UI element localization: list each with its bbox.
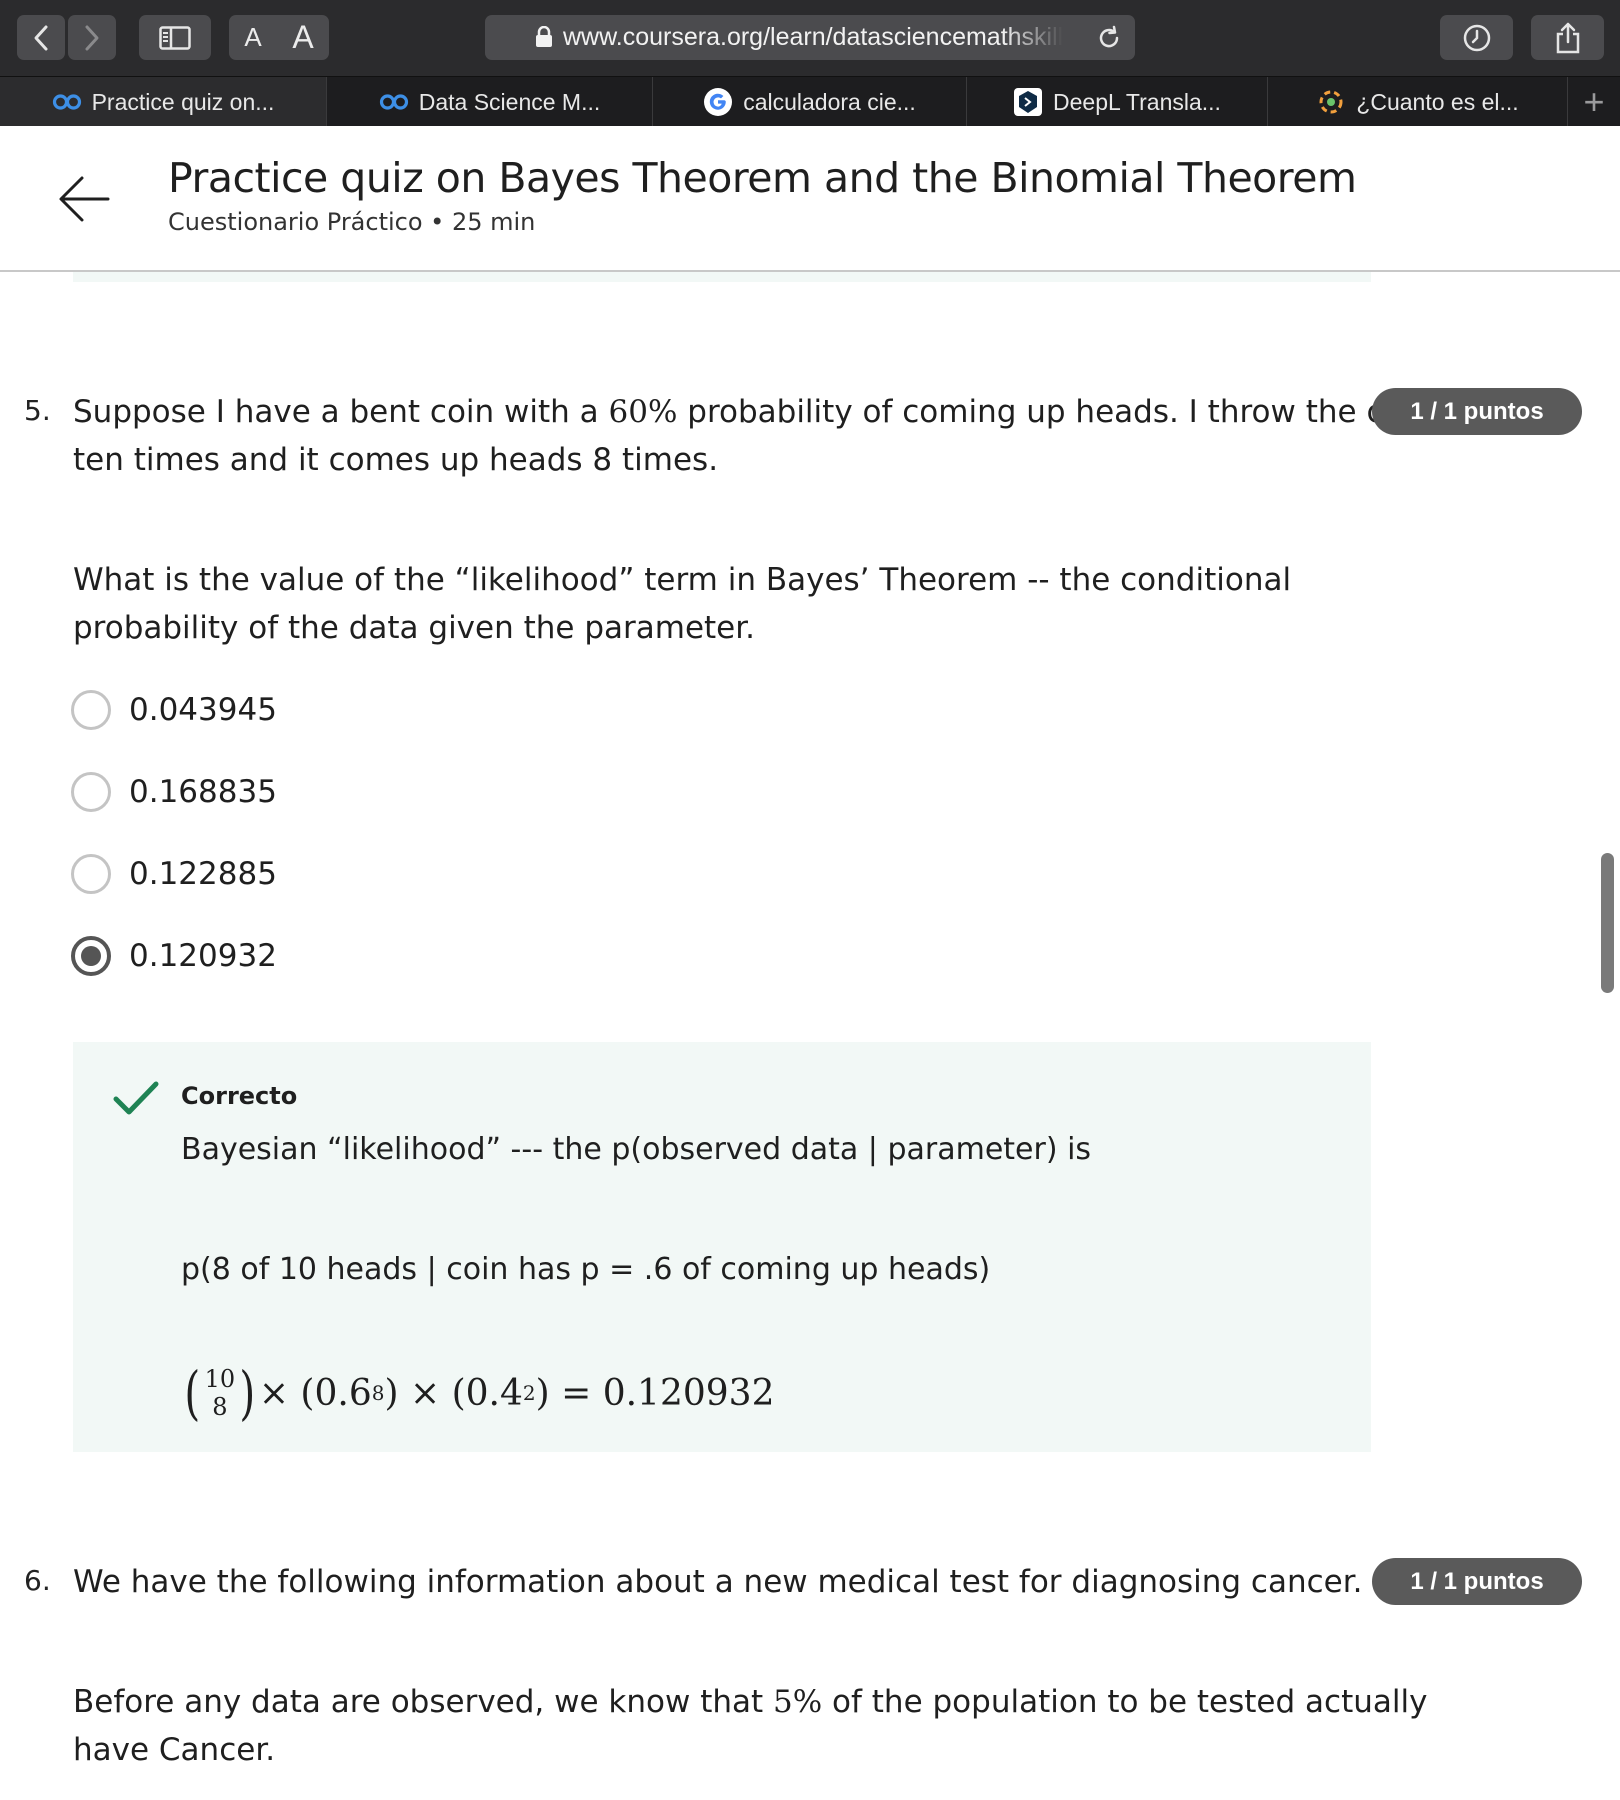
- address-bar[interactable]: www.coursera.org/learn/datasciencemathsk…: [485, 15, 1135, 60]
- google-icon: [703, 87, 733, 117]
- question-text-start: Suppose I have a bent coin with a: [73, 394, 609, 430]
- paragraph-line2: have Cancer.: [73, 1732, 276, 1768]
- tab-calculadora[interactable]: calculadora cie...: [653, 77, 967, 127]
- share-icon: [1556, 22, 1579, 53]
- browser-toolbar: A A www.coursera.org/learn/datasciencema…: [0, 0, 1620, 76]
- question-math-percent: 60%: [608, 394, 678, 430]
- paragraph-end: of the population to be tested actually: [822, 1684, 1428, 1720]
- points-badge: 1 / 1 puntos: [1372, 1558, 1582, 1605]
- question-paragraph: Before any data are observed, we know th…: [73, 1678, 1427, 1774]
- answer-option[interactable]: 0.043945: [71, 688, 277, 732]
- coursera-icon: [52, 87, 82, 117]
- feedback-status: Correcto: [181, 1082, 298, 1110]
- clock-icon: [1463, 24, 1490, 51]
- tab-label: ¿Cuanto es el...: [1356, 88, 1519, 115]
- lock-icon: [536, 26, 552, 47]
- tab-cuanto-es[interactable]: ¿Cuanto es el...: [1268, 77, 1568, 127]
- answer-option[interactable]: 0.168835: [71, 770, 277, 814]
- paragraph-start: Before any data are observed, we know th…: [73, 1684, 773, 1720]
- text-size-button[interactable]: A A: [229, 15, 329, 60]
- question-number: 5.: [24, 394, 51, 427]
- page-subtitle: Cuestionario Práctico • 25 min: [168, 208, 536, 236]
- answer-option-selected[interactable]: 0.120932: [71, 934, 277, 978]
- loader-icon: [1316, 87, 1346, 117]
- deepl-icon: [1013, 87, 1043, 117]
- feedback-panel: Correcto Bayesian “likelihood” --- the p…: [73, 1042, 1371, 1452]
- back-arrow-icon[interactable]: [58, 174, 110, 224]
- share-button[interactable]: [1531, 15, 1604, 60]
- radio-button[interactable]: [71, 690, 111, 730]
- tab-practice-quiz[interactable]: Practice quiz on...: [0, 77, 327, 127]
- formula-part3: ) = 0.120932: [535, 1372, 775, 1414]
- formula-exp1: 8: [371, 1381, 385, 1405]
- binom-top: 10: [204, 1365, 236, 1393]
- tab-data-science[interactable]: Data Science M...: [327, 77, 653, 127]
- question-number: 6.: [24, 1564, 51, 1597]
- question-text-line2: ten times and it comes up heads 8 times.: [73, 442, 719, 478]
- feedback-line1: Bayesian “likelihood” --- the p(observed…: [181, 1132, 1092, 1167]
- radio-button[interactable]: [71, 772, 111, 812]
- option-label: 0.122885: [129, 856, 277, 892]
- binomial-coefficient: ( 10 8 ): [184, 1359, 256, 1427]
- tab-deepl[interactable]: DeepL Transla...: [967, 77, 1268, 127]
- tab-bar: Practice quiz on... Data Science M... ca…: [0, 76, 1620, 127]
- history-button[interactable]: [1440, 15, 1513, 60]
- chevron-left-icon: [34, 25, 48, 50]
- tab-label: Practice quiz on...: [91, 88, 275, 115]
- forward-button[interactable]: [68, 15, 116, 60]
- binom-bottom: 8: [212, 1393, 228, 1421]
- scrollbar-thumb[interactable]: [1601, 853, 1614, 993]
- feedback-line2: p(8 of 10 heads | coin has p = .6 of com…: [181, 1252, 991, 1287]
- option-label: 0.120932: [129, 938, 277, 974]
- question-text: We have the following information about …: [73, 1564, 1363, 1600]
- font-larger-label[interactable]: A: [292, 19, 313, 56]
- answer-option[interactable]: 0.122885: [71, 852, 277, 896]
- chevron-right-icon: [85, 25, 99, 50]
- font-smaller-label[interactable]: A: [244, 22, 261, 53]
- question-prompt: What is the value of the “likelihood” te…: [73, 556, 1291, 652]
- question-text-end: probability of coming up heads. I throw …: [677, 394, 1431, 430]
- option-label: 0.043945: [129, 692, 277, 728]
- paragraph-math-percent: 5%: [773, 1684, 823, 1720]
- prompt-line2: probability of the data given the parame…: [73, 610, 755, 646]
- sidebar-button[interactable]: [139, 15, 211, 60]
- back-button[interactable]: [17, 15, 65, 60]
- sidebar-icon: [159, 25, 191, 50]
- page-header: Practice quiz on Bayes Theorem and the B…: [0, 126, 1620, 272]
- formula-part2: ) × (0.4: [384, 1372, 523, 1414]
- question-text: Suppose I have a bent coin with a 60% pr…: [73, 388, 1431, 484]
- coursera-icon: [379, 87, 409, 117]
- tab-label: DeepL Transla...: [1053, 88, 1221, 115]
- points-badge: 1 / 1 puntos: [1372, 388, 1582, 435]
- tab-label: Data Science M...: [418, 88, 601, 115]
- url-text: www.coursera.org/learn/datasciencemathsk…: [563, 23, 1063, 51]
- tab-label: calculadora cie...: [743, 88, 916, 115]
- previous-feedback-panel: [73, 272, 1371, 282]
- radio-button[interactable]: [71, 854, 111, 894]
- formula-exp2: 2: [522, 1381, 536, 1405]
- formula-part1: × (0.6: [258, 1372, 372, 1414]
- prompt-line1: What is the value of the “likelihood” te…: [73, 562, 1292, 598]
- feedback-formula: ( 10 8 ) × (0.6 8) × (0.4 2) = 0.120932: [181, 1364, 774, 1422]
- option-label: 0.168835: [129, 774, 277, 810]
- reload-icon[interactable]: [1095, 24, 1123, 52]
- radio-button-selected[interactable]: [71, 936, 111, 976]
- page-title: Practice quiz on Bayes Theorem and the B…: [168, 154, 1357, 202]
- new-tab-button[interactable]: +: [1568, 77, 1620, 126]
- checkmark-icon: [113, 1081, 159, 1115]
